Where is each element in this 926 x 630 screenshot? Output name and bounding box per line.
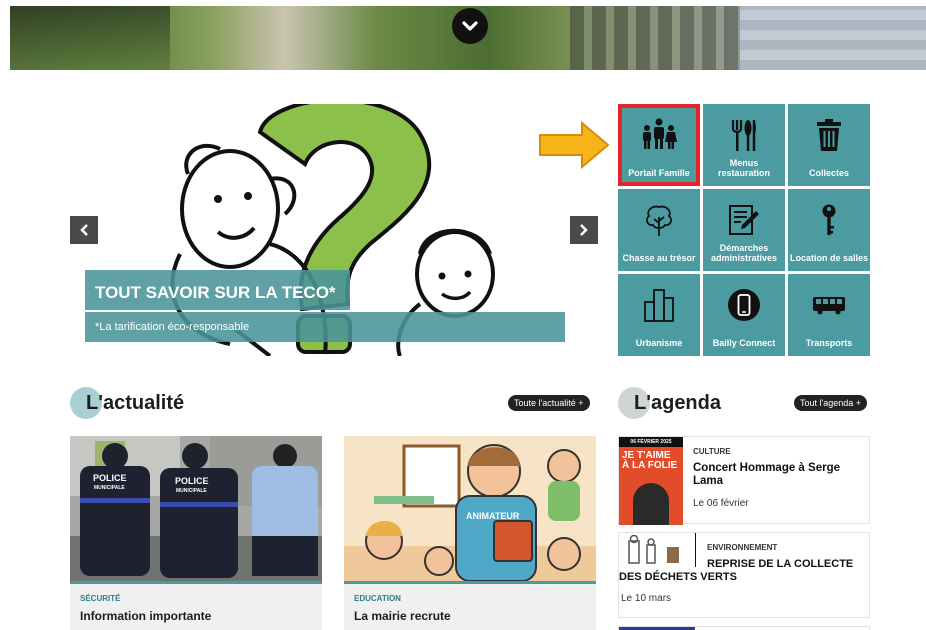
news-section-title: L'actualité [86, 391, 185, 414]
agenda-item-title[interactable]: REPRISE DE LA COLLECTE DES DÉCHETS VERTS [619, 558, 869, 584]
municipale-text: MUNICIPALE [176, 488, 207, 494]
tile-label: Bailly Connect [712, 338, 776, 348]
poster-title: JE T'AIME À LA FOLIE [622, 450, 678, 471]
tile-demarches-administratives[interactable]: Démarches administratives [703, 189, 785, 271]
form-pen-icon [729, 205, 759, 235]
animateur-shirt-text: ANIMATEUR [466, 511, 520, 521]
poster-date: 06 FÉVRIER 2025 [619, 437, 683, 447]
municipale-text: MUNICIPALE [94, 485, 125, 491]
chevron-down-icon [462, 21, 478, 31]
scroll-down-button[interactable] [452, 8, 488, 44]
slide-title[interactable]: TOUT SAVOIR SUR LA TECO* [85, 270, 350, 310]
trash-icon [817, 119, 841, 151]
tile-label: Urbanisme [635, 338, 683, 348]
chevron-left-icon [80, 224, 88, 236]
agenda-item-dechets-verts[interactable]: ENVIRONNEMENT REPRISE DE LA COLLECTE DES… [618, 532, 870, 618]
key-icon [822, 204, 836, 235]
tile-urbanisme[interactable]: Urbanisme [618, 274, 700, 356]
tile-chasse-au-tresor[interactable]: Chasse au trésor [618, 189, 700, 271]
tile-label: Menus restauration [717, 158, 770, 178]
tile-portail-famille[interactable]: Portail Famille [618, 104, 700, 186]
card-accent-bar [344, 581, 596, 584]
chevron-right-icon [580, 224, 588, 236]
police-text: POLICE [93, 473, 127, 483]
agenda-item-partial[interactable] [618, 626, 870, 630]
all-news-button[interactable]: Toute l'actualité + [508, 395, 590, 411]
smartphone-icon [728, 289, 760, 321]
news-card-title[interactable]: La mairie recrute [354, 609, 451, 623]
news-card-education[interactable]: ANIMATEUR EDUCATION La mairie recrute [344, 436, 596, 630]
agenda-section-header: L'agenda [618, 385, 778, 421]
all-agenda-button[interactable]: Tout l'agenda + [794, 395, 868, 411]
tile-label: Portail Famille [628, 168, 690, 178]
tile-menus-restauration[interactable]: Menus restauration [703, 104, 785, 186]
news-card-securite[interactable]: POLICE MUNICIPALE POLICE MUNICIPALE SÉCU… [70, 436, 322, 630]
tile-location-de-salles[interactable]: Location de salles [788, 189, 870, 271]
buildings-icon [644, 289, 674, 322]
news-card-image: POLICE MUNICIPALE POLICE MUNICIPALE [70, 436, 322, 581]
pointer-arrow-icon [539, 120, 610, 170]
tile-bailly-connect[interactable]: Bailly Connect [703, 274, 785, 356]
tile-collectes[interactable]: Collectes [788, 104, 870, 186]
tree-icon [646, 205, 672, 236]
agenda-item-date: Le 06 février [693, 498, 749, 509]
tile-label: Chasse au trésor [622, 253, 696, 263]
agenda-item-category: ENVIRONNEMENT [707, 543, 778, 552]
news-card-category: EDUCATION [354, 594, 401, 603]
agenda-item-concert[interactable]: 06 FÉVRIER 2025 JE T'AIME À LA FOLIE CUL… [618, 436, 870, 525]
news-card-category: SÉCURITÉ [80, 594, 121, 603]
bus-icon [813, 297, 845, 315]
tile-label: Location de salles [789, 253, 869, 263]
tile-label: Transports [805, 338, 853, 348]
tile-label: Démarches administratives [710, 243, 778, 263]
slider-prev-button[interactable] [70, 216, 98, 244]
hero-slider[interactable]: TOUT SAVOIR SUR LA TECO* *La tarificatio… [70, 104, 598, 356]
police-text: POLICE [175, 476, 209, 486]
quick-access-grid: Portail Famille Menus restauration Colle… [618, 104, 870, 356]
tile-label: Collectes [808, 168, 850, 178]
news-section-header: L'actualité [70, 385, 310, 421]
family-icon [643, 118, 677, 149]
tile-transports[interactable]: Transports [788, 274, 870, 356]
agenda-poster-image: 06 FÉVRIER 2025 JE T'AIME À LA FOLIE [619, 437, 683, 525]
slider-next-button[interactable] [570, 216, 598, 244]
news-card-title[interactable]: Information importante [80, 609, 211, 623]
agenda-item-category: CULTURE [693, 447, 731, 456]
agenda-item-date: Le 10 mars [621, 593, 672, 604]
card-accent-bar [70, 581, 322, 584]
agenda-section-title: L'agenda [634, 391, 721, 414]
news-card-image: ANIMATEUR [344, 436, 596, 581]
agenda-item-title[interactable]: Concert Hommage à Serge Lama [693, 462, 863, 488]
cutlery-icon [731, 120, 756, 151]
slide-subtitle: *La tarification éco-responsable [85, 312, 565, 342]
